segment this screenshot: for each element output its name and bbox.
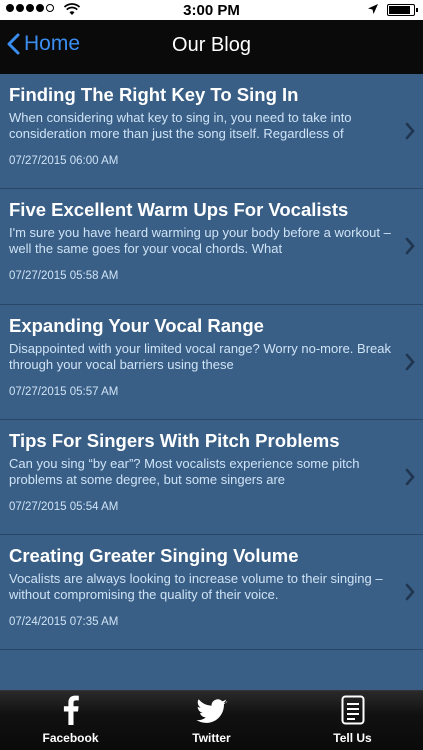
post-date: 07/27/2015 05:54 AM (9, 500, 119, 513)
post-excerpt: I'm sure you have heard warming up your … (9, 225, 391, 257)
post-date: 07/24/2015 07:35 AM (9, 616, 119, 629)
tab-label: Facebook (42, 731, 99, 745)
tab-label: Tell Us (333, 731, 372, 745)
chevron-right-icon (405, 583, 415, 601)
navigation-bar: Home Our Blog (0, 20, 423, 74)
tab-label: Twitter (192, 731, 231, 745)
post-date: 07/27/2015 05:58 AM (9, 270, 119, 283)
post-excerpt: Vocalists are always looking to increase… (9, 571, 383, 603)
list-item[interactable]: Five Excellent Warm Ups For Vocalists I'… (0, 189, 423, 305)
chevron-right-icon (405, 468, 415, 486)
post-title: Finding The Right Key To Sing In (9, 84, 299, 105)
post-excerpt: When considering what key to sing in, yo… (9, 110, 352, 141)
post-title: Expanding Your Vocal Range (9, 314, 264, 336)
post-title: Five Excellent Warm Ups For Vocalists (9, 199, 349, 221)
facebook-icon (63, 695, 79, 725)
list-item[interactable]: Creating Greater Singing Volume Vocalist… (0, 535, 423, 651)
twitter-icon (195, 699, 227, 723)
document-icon (341, 695, 364, 725)
post-date: 07/27/2015 06:00 AM (9, 155, 119, 167)
post-date: 07/27/2015 05:57 AM (9, 385, 119, 398)
tab-bar: Facebook Twitter Tell Us (0, 690, 423, 750)
chevron-right-icon (405, 122, 415, 140)
post-excerpt: Disappointed with your limited vocal ran… (9, 340, 391, 372)
tab-tell-us[interactable]: Tell Us (282, 691, 423, 750)
post-title: Tips For Singers With Pitch Problems (9, 429, 340, 451)
blog-post-list: Finding The Right Key To Sing In When co… (0, 74, 423, 651)
page-title: Our Blog (172, 34, 251, 56)
tab-facebook[interactable]: Facebook (0, 691, 141, 750)
battery-icon (387, 4, 418, 16)
chevron-right-icon (405, 237, 415, 255)
post-title: Creating Greater Singing Volume (9, 545, 299, 567)
tab-twitter[interactable]: Twitter (141, 691, 282, 750)
chevron-right-icon (405, 353, 415, 370)
post-excerpt: Can you sing “by ear”? Most vocalists ex… (9, 455, 360, 487)
list-item[interactable]: Tips For Singers With Pitch Problems Can… (0, 420, 423, 536)
list-item[interactable]: Expanding Your Vocal Range Disappointed … (0, 305, 423, 420)
status-time: 3:00 PM (183, 2, 240, 19)
location-arrow-icon (368, 4, 378, 14)
list-item[interactable]: Finding The Right Key To Sing In When co… (0, 74, 423, 190)
status-bar: 3:00 PM (0, 0, 423, 20)
